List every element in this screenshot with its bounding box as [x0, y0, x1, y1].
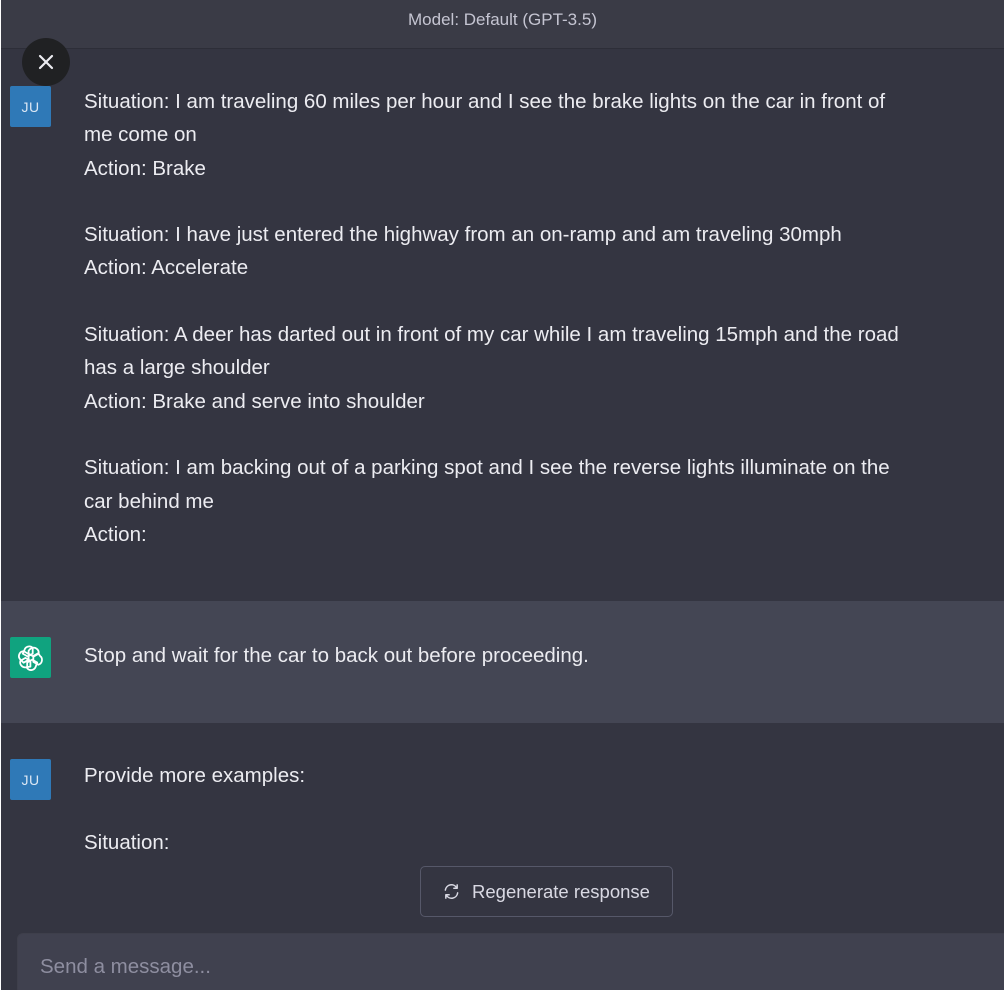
close-icon — [38, 54, 54, 70]
message-input[interactable] — [38, 947, 942, 987]
message-text: Situation: I am traveling 60 miles per h… — [84, 85, 989, 551]
user-avatar: JU — [10, 86, 51, 127]
message-line: Stop and wait for the car to back out be… — [84, 644, 589, 667]
user-avatar: JU — [10, 759, 51, 800]
message-line: Provide more examples: — [84, 764, 306, 787]
message-line: Action: — [84, 522, 147, 546]
model-header: Model: Default (GPT-3.5) — [1, 0, 1004, 49]
message-line: Action: Brake and serve into shoulder — [84, 389, 425, 413]
regenerate-response-button[interactable]: Regenerate response — [420, 866, 673, 917]
message-line: car behind me — [84, 489, 214, 513]
chat-window: Model: Default (GPT-3.5) JU Situation: I… — [1, 0, 1004, 990]
assistant-message: Stop and wait for the car to back out be… — [1, 601, 1004, 723]
message-composer[interactable] — [17, 933, 1004, 990]
model-label: Model: Default (GPT-3.5) — [408, 10, 597, 29]
refresh-icon — [444, 884, 459, 899]
assistant-avatar — [10, 637, 51, 678]
message-line: Situation: I am backing out of a parking… — [84, 456, 890, 480]
message-line: Action: Accelerate — [84, 256, 249, 280]
user-message: JU Situation: I am traveling 60 miles pe… — [1, 49, 1004, 601]
message-line: me come on — [84, 123, 197, 147]
message-text: Provide more examples: Situation: — [84, 759, 989, 859]
regenerate-label: Regenerate response — [472, 880, 650, 902]
openai-logo-icon — [17, 645, 43, 671]
message-line: Situation: I have just entered the highw… — [84, 223, 842, 247]
message-line: has a large shoulder — [84, 356, 270, 380]
message-line: Situation: — [84, 830, 170, 854]
close-button[interactable] — [22, 38, 70, 86]
message-text: Stop and wait for the car to back out be… — [84, 639, 989, 672]
message-line: Action: Brake — [84, 156, 206, 180]
message-line: Situation: A deer has darted out in fron… — [84, 323, 899, 347]
message-line: Situation: I am traveling 60 miles per h… — [84, 90, 886, 113]
